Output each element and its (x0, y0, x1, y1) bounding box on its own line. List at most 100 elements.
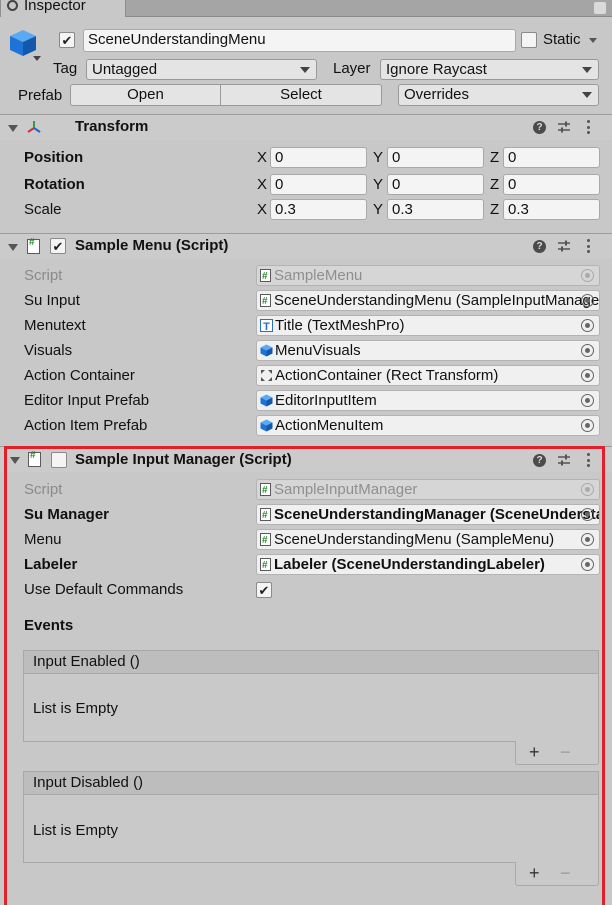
sample-input-manager-enabled-checkbox[interactable] (51, 452, 67, 468)
labeler-field[interactable]: Labeler (SceneUnderstandingLabeler) (256, 554, 600, 575)
use-default-commands-checkbox[interactable]: ✔ (256, 582, 272, 598)
remove-listener-button[interactable]: − (560, 863, 571, 883)
tag-dropdown[interactable]: Untagged (86, 59, 317, 80)
object-picker-icon[interactable] (581, 394, 594, 407)
sample-input-manager-header[interactable]: Sample Input Manager (Script) ? (0, 446, 612, 472)
static-checkbox[interactable] (521, 32, 537, 48)
position-z-field[interactable]: 0 (503, 147, 600, 168)
rotation-x-axis[interactable]: X (257, 175, 267, 195)
rotation-z-axis[interactable]: Z (490, 175, 499, 195)
transform-title: Transform (75, 118, 149, 135)
presets-icon[interactable] (557, 120, 571, 134)
object-picker-icon[interactable] (581, 419, 594, 432)
list-empty-text: List is Empty (33, 700, 119, 717)
chevron-down-icon (300, 67, 310, 73)
prefab-open-button[interactable]: Open (70, 84, 221, 106)
position-z-axis[interactable]: Z (490, 148, 499, 168)
su-manager-field[interactable]: SceneUnderstandingManager (SceneUndersta… (256, 504, 600, 525)
cube-icon (260, 344, 273, 357)
script-icon (260, 506, 271, 524)
help-icon[interactable]: ? (533, 454, 546, 467)
chevron-down-icon (582, 92, 592, 98)
presets-icon[interactable] (557, 239, 571, 253)
rotation-x-field[interactable]: 0 (270, 174, 367, 195)
sample-menu-enabled-checkbox[interactable]: ✔ (50, 238, 66, 254)
layer-dropdown[interactable]: Ignore Raycast (380, 59, 599, 80)
action-item-prefab-field[interactable]: ActionMenuItem (256, 415, 600, 436)
editor-input-prefab-label: Editor Input Prefab (24, 392, 150, 409)
foldout-arrow-icon[interactable] (8, 125, 18, 132)
script-icon (27, 237, 40, 254)
transform-axes-icon (27, 121, 41, 133)
rotation-z-field[interactable]: 0 (503, 174, 600, 195)
position-x-axis[interactable]: X (257, 148, 267, 168)
sim-script-label: Script (24, 481, 63, 498)
scale-x-field[interactable]: 0.3 (270, 199, 367, 220)
tab-inspector-label: Inspector (24, 0, 86, 14)
position-y-axis[interactable]: Y (373, 148, 383, 168)
field-value: ActionContainer (Rect Transform) (275, 367, 499, 384)
scale-y-axis[interactable]: Y (373, 200, 383, 220)
prefab-overrides-dropdown[interactable]: Overrides (398, 84, 599, 106)
static-dropdown-arrow-icon[interactable] (589, 38, 597, 43)
scale-y-field[interactable]: 0.3 (387, 199, 484, 220)
add-listener-button[interactable]: + (529, 863, 540, 883)
help-icon[interactable]: ? (533, 121, 546, 134)
transform-header[interactable]: Transform ? (0, 114, 612, 140)
kebab-menu-icon[interactable] (586, 239, 590, 253)
rotation-y-field[interactable]: 0 (387, 174, 484, 195)
presets-icon[interactable] (557, 453, 571, 467)
su-manager-label: Su Manager (24, 506, 110, 523)
action-item-prefab-label: Action Item Prefab (24, 417, 148, 434)
foldout-arrow-icon[interactable] (8, 244, 18, 251)
object-picker-icon[interactable] (581, 558, 594, 571)
menu-field[interactable]: SceneUnderstandingMenu (SampleMenu) (256, 529, 600, 550)
add-listener-button[interactable]: + (529, 742, 540, 762)
object-picker-icon[interactable] (581, 294, 594, 307)
labeler-label: Labeler (24, 556, 78, 573)
action-container-field[interactable]: ActionContainer (Rect Transform) (256, 365, 600, 386)
object-picker-icon[interactable] (581, 508, 594, 521)
cube-icon (260, 419, 273, 432)
gameobject-name-field[interactable]: SceneUnderstandingMenu (83, 29, 516, 52)
cube-icon (260, 394, 273, 407)
object-picker-icon[interactable] (581, 533, 594, 546)
visuals-field[interactable]: MenuVisuals (256, 340, 600, 361)
su-input-field[interactable]: SceneUnderstandingMenu (SampleInputManag… (256, 290, 600, 311)
overrides-label: Overrides (404, 86, 470, 103)
prefab-select-button[interactable]: Select (220, 84, 382, 106)
scale-z-axis[interactable]: Z (490, 200, 499, 220)
position-x-field[interactable]: 0 (270, 147, 367, 168)
help-icon[interactable]: ? (533, 240, 546, 253)
kebab-menu-icon[interactable] (586, 120, 590, 134)
foldout-arrow-icon[interactable] (10, 457, 20, 464)
scale-z-field[interactable]: 0.3 (503, 199, 600, 220)
rotation-y-axis[interactable]: Y (373, 175, 383, 195)
tab-menu-icon[interactable] (594, 2, 606, 14)
visuals-label: Visuals (24, 342, 73, 359)
object-picker-icon (581, 483, 594, 496)
object-picker-icon[interactable] (581, 369, 594, 382)
su-input-label: Su Input (24, 292, 80, 309)
object-picker-icon[interactable] (581, 344, 594, 357)
gameobject-cube-icon[interactable] (8, 28, 38, 58)
field-value: SceneUnderstandingMenu (SampleMenu) (274, 531, 555, 548)
menutext-field[interactable]: T Title (TextMeshPro) (256, 315, 600, 336)
editor-input-prefab-field[interactable]: EditorInputItem (256, 390, 600, 411)
icon-dropdown-arrow-icon[interactable] (33, 56, 41, 61)
sample-menu-header[interactable]: ✔ Sample Menu (Script) ? (0, 233, 612, 259)
script-icon (260, 531, 271, 549)
active-checkbox[interactable]: ✔ (59, 32, 75, 48)
position-y-field[interactable]: 0 (387, 147, 484, 168)
tab-inspector[interactable]: Inspector (0, 0, 126, 17)
field-value: ActionMenuItem (275, 417, 384, 434)
object-picker-icon[interactable] (581, 319, 594, 332)
kebab-menu-icon[interactable] (586, 453, 590, 467)
sample-menu-script-field: SampleMenu (256, 265, 600, 286)
scale-label: Scale (24, 201, 62, 218)
menutext-label: Menutext (24, 317, 86, 334)
chevron-down-icon (582, 67, 592, 73)
scale-x-axis[interactable]: X (257, 200, 267, 220)
script-icon (260, 481, 271, 499)
remove-listener-button[interactable]: − (560, 742, 571, 762)
